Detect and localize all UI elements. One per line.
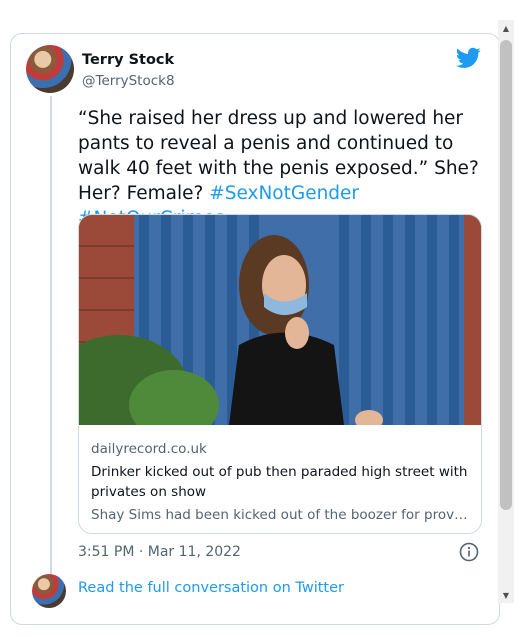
link-domain: dailyrecord.co.uk (91, 441, 207, 457)
scroll-thumb[interactable] (500, 40, 512, 510)
author-display-name[interactable]: Terry Stock (82, 52, 174, 68)
info-icon[interactable] (459, 542, 479, 562)
thread-line (50, 96, 52, 600)
hashtag-sexnotgender[interactable]: #SexNotGender (209, 183, 359, 204)
twitter-bird-icon[interactable] (456, 47, 481, 69)
author-handle[interactable]: @TerryStock8 (82, 73, 175, 89)
author-avatar[interactable] (26, 45, 74, 93)
read-full-conversation-link[interactable]: Read the full conversation on Twitter (78, 580, 344, 596)
reply-avatar[interactable] (32, 574, 66, 608)
link-preview-image[interactable] (79, 215, 481, 425)
scroll-down-arrow-icon[interactable]: ▼ (498, 587, 514, 603)
link-title: Drinker kicked out of pub then paraded h… (91, 464, 468, 500)
tweet-text: “She raised her dress up and lowered her… (78, 106, 488, 231)
link-description: Shay Sims had been kicked out of the boo… (91, 507, 471, 523)
link-preview-card[interactable]: dailyrecord.co.uk Drinker kicked out of … (78, 214, 482, 534)
vertical-scrollbar[interactable]: ▲ ▼ (498, 20, 514, 603)
scroll-up-arrow-icon[interactable]: ▲ (498, 20, 514, 36)
tweet-card: Terry Stock @TerryStock8 “She raised her… (10, 33, 500, 625)
tweet-timestamp[interactable]: 3:51 PM · Mar 11, 2022 (78, 544, 241, 560)
